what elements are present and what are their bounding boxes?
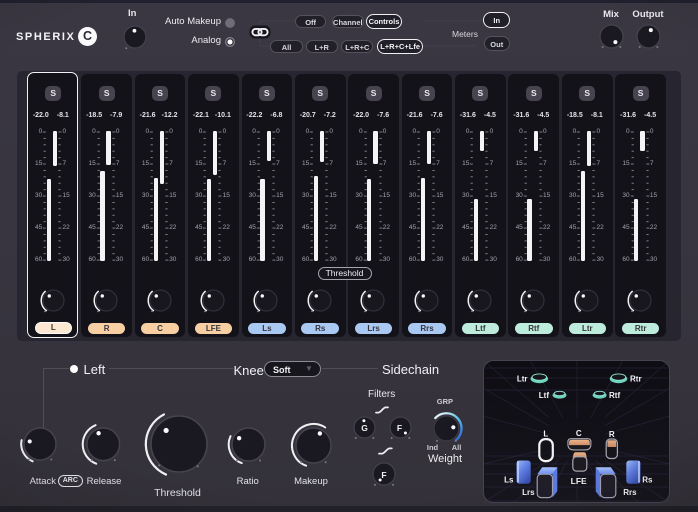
- svg-text:Ltr: Ltr: [517, 374, 528, 383]
- svg-text:R: R: [609, 430, 615, 439]
- svg-text:Ls: Ls: [504, 475, 514, 484]
- svg-text:Rtr: Rtr: [630, 374, 642, 383]
- svg-text:L: L: [543, 429, 548, 438]
- svg-text:LFE: LFE: [571, 475, 587, 485]
- svg-text:Lrs: Lrs: [522, 488, 535, 497]
- svg-text:Ltf: Ltf: [539, 391, 550, 400]
- svg-text:Rs: Rs: [642, 475, 653, 484]
- svg-text:Rrs: Rrs: [623, 488, 637, 497]
- svg-text:C: C: [576, 428, 582, 437]
- svg-text:Rtf: Rtf: [609, 391, 620, 400]
